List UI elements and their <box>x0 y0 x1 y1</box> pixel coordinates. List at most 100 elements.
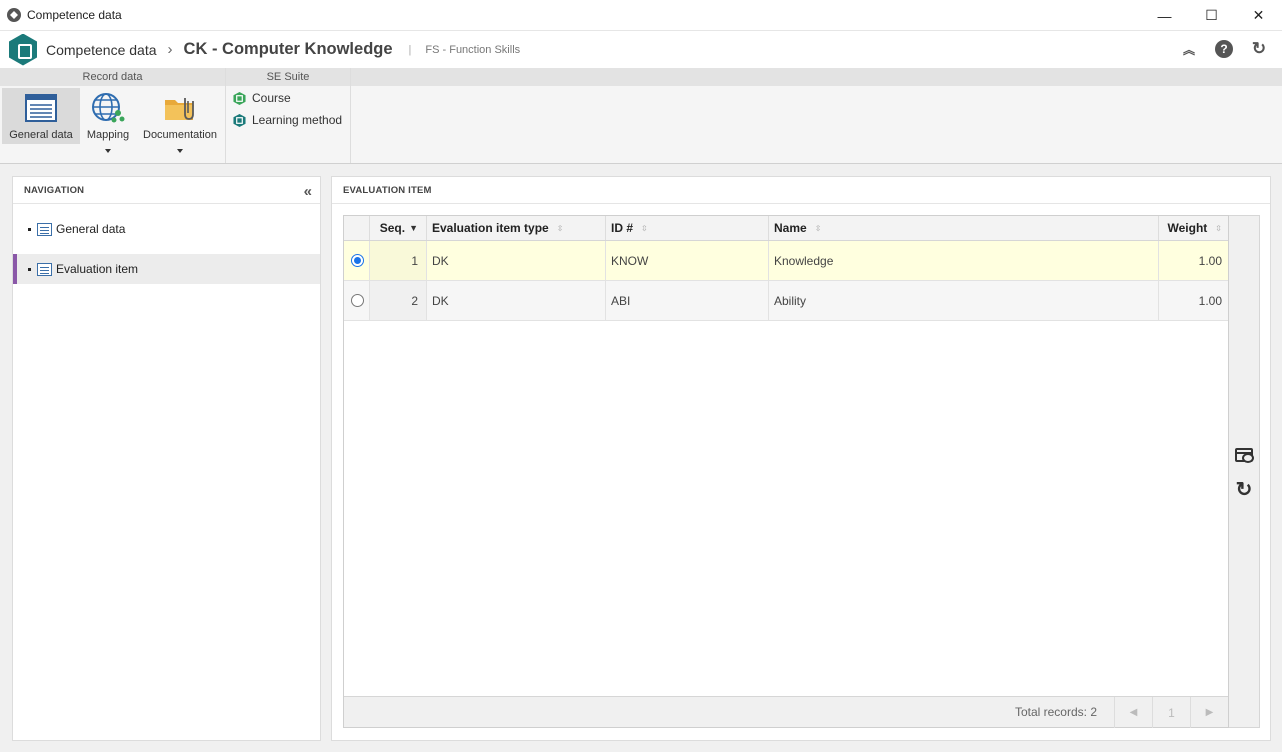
maximize-button[interactable]: ☐ <box>1188 0 1235 31</box>
collapse-up-icon[interactable]: ︽ <box>1180 40 1198 58</box>
column-weight[interactable]: Weight ⇳ <box>1159 216 1229 240</box>
nav-item-general-data[interactable]: General data <box>13 214 320 244</box>
mapping-button[interactable]: Mapping <box>82 88 134 153</box>
bullet <box>28 267 31 271</box>
course-button[interactable]: Course <box>233 91 291 105</box>
evaluation-item-icon <box>37 262 52 276</box>
ribbon-group-title: Record data <box>0 68 225 86</box>
column-label: Evaluation item type <box>432 221 549 235</box>
next-page-icon[interactable]: ▶ <box>1190 697 1228 728</box>
cell-weight: 1.00 <box>1198 253 1222 268</box>
app-header: Competence data › CK - Computer Knowledg… <box>0 31 1282 68</box>
ribbon-empty-area <box>351 68 1282 163</box>
ribbon: Record data General data Mapping Documen… <box>0 68 1282 164</box>
window-title: Competence data <box>27 8 122 22</box>
ribbon-group-title-empty <box>351 68 1282 86</box>
cell-name: Ability <box>769 281 1159 320</box>
documentation-label: Documentation <box>143 129 217 141</box>
view-record-button[interactable] <box>1233 444 1255 466</box>
column-label: Name <box>774 221 807 235</box>
page-title: CK - Computer Knowledge <box>183 40 393 58</box>
cell-seq: 2 <box>370 281 427 320</box>
row-radio[interactable] <box>351 254 364 267</box>
learning-method-button[interactable]: Learning method <box>233 113 342 127</box>
table-row[interactable]: 1 DK KNOW Knowledge 1.00 <box>344 241 1228 281</box>
ribbon-group-title: SE Suite <box>226 68 350 86</box>
column-seq[interactable]: Seq. ▼ <box>370 216 427 240</box>
column-select <box>344 216 370 240</box>
folder-documentation-icon <box>165 98 194 120</box>
minimize-button[interactable]: — <box>1141 0 1188 31</box>
mapping-label: Mapping <box>86 129 130 141</box>
column-label: ID # <box>611 221 634 235</box>
course-icon <box>233 91 246 105</box>
header-actions: ︽ ? ↻ <box>1180 39 1268 58</box>
cell-id: KNOW <box>606 241 769 280</box>
documentation-button[interactable]: Documentation <box>138 88 222 153</box>
cell-type: DK <box>427 241 606 280</box>
nav-item-evaluation-item[interactable]: Evaluation item <box>13 254 320 284</box>
window-titlebar: Competence data — ☐ ✕ <box>0 0 1282 31</box>
row-radio[interactable] <box>351 294 364 307</box>
general-data-icon <box>25 94 57 122</box>
breadcrumb-chevron-icon: › <box>167 41 173 58</box>
evaluation-item-grid: Seq. ▼ Evaluation item type ⇳ ID # ⇳ Nam… <box>343 215 1229 728</box>
row-select-cell <box>344 281 370 320</box>
pager: ◀ 1 ▶ <box>1114 697 1228 728</box>
collapse-left-icon[interactable]: « <box>304 183 313 200</box>
column-label: Seq. <box>379 221 406 235</box>
column-id[interactable]: ID # ⇳ <box>606 216 769 240</box>
row-select-cell <box>344 241 370 280</box>
column-name[interactable]: Name ⇳ <box>769 216 1159 240</box>
mapping-dropdown-arrow-icon[interactable] <box>105 149 111 153</box>
grid-side-toolbar: ↻ <box>1229 215 1260 728</box>
table-row[interactable]: 2 DK ABI Ability 1.00 <box>344 281 1228 321</box>
sort-desc-icon: ▼ <box>409 223 418 233</box>
page-subtitle: FS - Function Skills <box>425 43 521 56</box>
close-button[interactable]: ✕ <box>1235 0 1282 31</box>
nav-item-label: General data <box>56 222 126 236</box>
page-number[interactable]: 1 <box>1152 697 1190 728</box>
app-globe-icon <box>7 8 21 22</box>
cell-name: Knowledge <box>769 241 1159 280</box>
view-record-icon <box>1235 448 1254 463</box>
refresh-icon: ↻ <box>1235 478 1253 501</box>
header-divider: | <box>408 43 412 56</box>
grid-header: Seq. ▼ Evaluation item type ⇳ ID # ⇳ Nam… <box>344 216 1228 241</box>
globe-mapping-icon <box>92 93 125 123</box>
window-controls: — ☐ ✕ <box>1141 0 1282 31</box>
total-records: Total records: 2 <box>1014 705 1097 719</box>
evaluation-item-title: EVALUATION ITEM <box>332 177 1270 204</box>
cell-id: ABI <box>606 281 769 320</box>
general-data-icon <box>37 222 52 236</box>
general-data-button[interactable]: General data <box>2 88 80 144</box>
cell-seq: 1 <box>370 241 427 280</box>
learning-method-icon <box>233 113 246 127</box>
nav-item-label: Evaluation item <box>56 262 139 276</box>
column-label: Weight <box>1167 221 1208 235</box>
competence-logo-icon <box>9 33 37 66</box>
grid-footer: Total records: 2 ◀ 1 ▶ <box>344 696 1228 728</box>
sort-icon: ⇳ <box>1215 223 1222 233</box>
cell-weight: 1.00 <box>1198 293 1222 308</box>
ribbon-group-se-suite: SE Suite Course Learning method <box>226 68 351 163</box>
ribbon-group-record-data: Record data General data Mapping Documen… <box>0 68 226 163</box>
refresh-grid-button[interactable]: ↻ <box>1233 478 1255 501</box>
bullet <box>28 227 31 231</box>
sort-icon: ⇳ <box>814 223 822 233</box>
prev-page-icon[interactable]: ◀ <box>1114 697 1152 728</box>
help-icon[interactable]: ? <box>1215 40 1233 58</box>
sort-icon: ⇳ <box>556 223 564 233</box>
evaluation-item-panel: EVALUATION ITEM Seq. ▼ Evaluation item t… <box>331 176 1271 741</box>
navigation-title: NAVIGATION <box>13 177 320 204</box>
course-label: Course <box>252 91 291 105</box>
sort-icon: ⇳ <box>641 223 648 233</box>
navigation-panel: NAVIGATION « General data Evaluation ite… <box>12 176 321 741</box>
cell-type: DK <box>427 281 606 320</box>
documentation-dropdown-arrow-icon[interactable] <box>177 149 183 153</box>
learning-method-label: Learning method <box>252 113 343 127</box>
refresh-icon[interactable]: ↻ <box>1250 39 1268 58</box>
breadcrumb-app[interactable]: Competence data <box>46 42 157 58</box>
general-data-label: General data <box>9 129 73 141</box>
column-evaluation-item-type[interactable]: Evaluation item type ⇳ <box>427 216 606 240</box>
